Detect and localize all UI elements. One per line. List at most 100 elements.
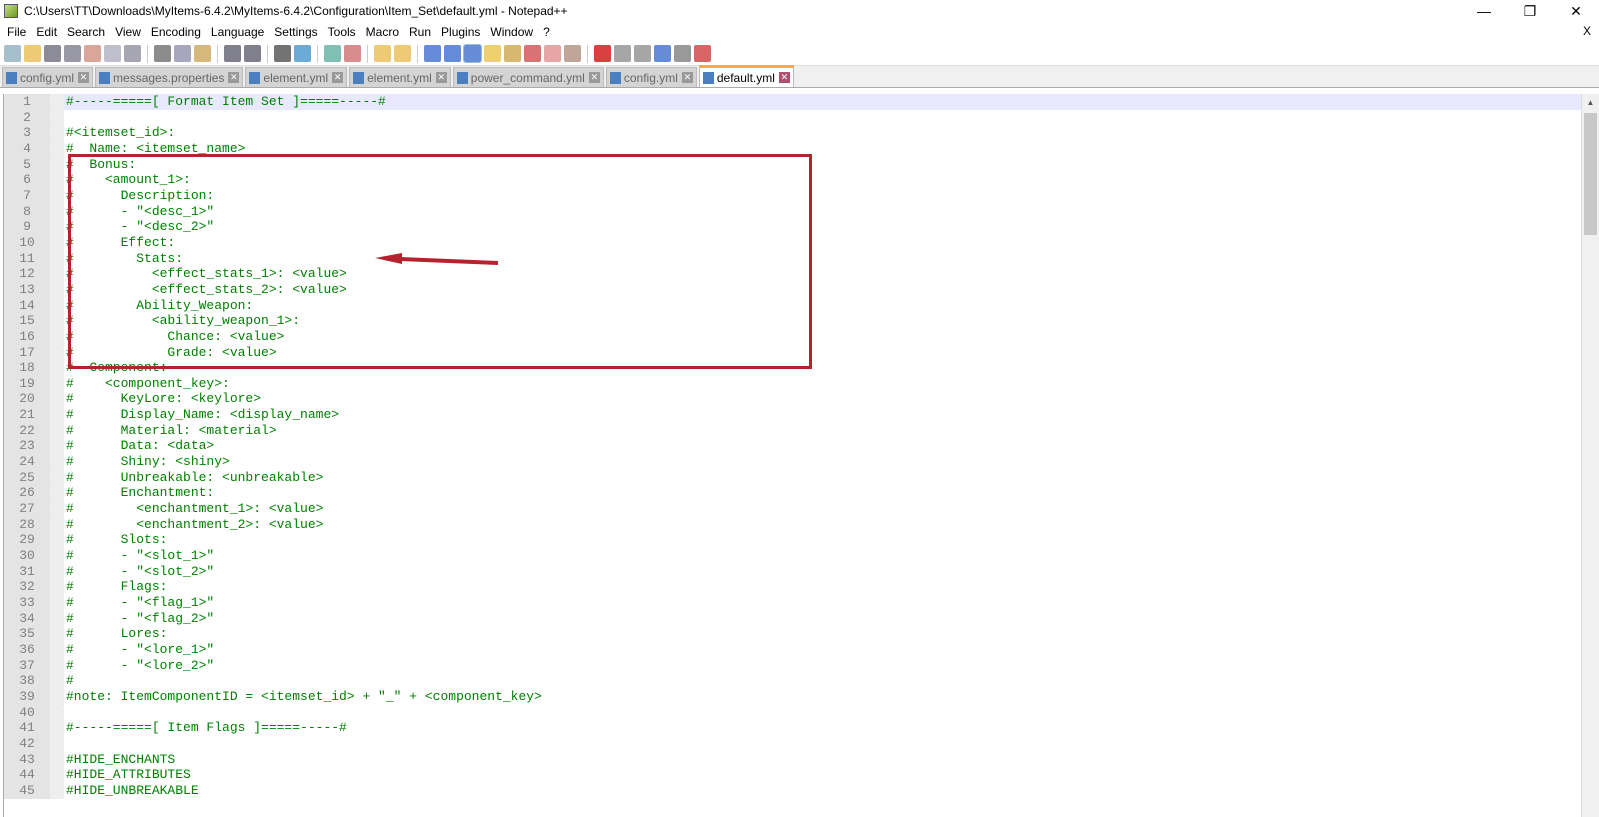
tab-default-yml[interactable]: default.yml ✕ <box>698 65 794 87</box>
code-line[interactable]: 44 #HIDE_ATTRIBUTES <box>4 767 1581 783</box>
code-line[interactable]: 11 # Stats: <box>4 250 1581 267</box>
run-macro-multiple-icon[interactable] <box>654 45 671 62</box>
menu-help[interactable]: ? <box>538 25 555 39</box>
fold-margin[interactable] <box>50 532 64 549</box>
code-line[interactable]: 45 #HIDE_UNBREAKABLE <box>4 782 1581 799</box>
menu-plugins[interactable]: Plugins <box>436 25 485 39</box>
print-icon[interactable] <box>124 45 141 62</box>
play-macro-icon[interactable] <box>634 45 651 62</box>
menu-macro[interactable]: Macro <box>361 25 404 39</box>
code-line[interactable]: 32 # Flags: <box>4 579 1581 595</box>
fold-margin[interactable] <box>50 485 64 502</box>
save-macro-icon[interactable] <box>674 45 691 62</box>
fold-margin[interactable] <box>50 328 64 345</box>
code-line[interactable]: 36 # - "<lore_1>" <box>4 641 1581 658</box>
close-button[interactable]: ✕ <box>1553 0 1599 22</box>
fold-margin[interactable] <box>50 172 64 188</box>
code-line[interactable]: 10 # Effect: <box>4 234 1581 251</box>
folder-workspace-icon[interactable] <box>544 45 561 62</box>
tab-power_command-yml[interactable]: power_command.yml ✕ <box>452 67 604 87</box>
code-line[interactable]: 20 # KeyLore: <keylore> <box>4 391 1581 408</box>
code-line[interactable]: 43 #HIDE_ENCHANTS <box>4 751 1581 768</box>
fold-margin[interactable] <box>50 391 64 408</box>
new-icon[interactable] <box>4 45 21 62</box>
code-line[interactable]: 15 # <ability_weapon_1>: <box>4 313 1581 329</box>
fold-margin[interactable] <box>50 501 64 517</box>
fold-margin[interactable] <box>50 407 64 423</box>
code-line[interactable]: 35 # Lores: <box>4 626 1581 642</box>
menu-run[interactable]: Run <box>404 25 436 39</box>
paste-icon[interactable] <box>194 45 211 62</box>
monitor-icon[interactable] <box>564 45 581 62</box>
code-line[interactable]: 42 <box>4 735 1581 752</box>
fold-margin[interactable] <box>50 281 64 298</box>
code-line[interactable]: 19 # <component_key>: <box>4 375 1581 392</box>
fold-margin[interactable] <box>50 735 64 752</box>
code-line[interactable]: 12 # <effect_stats_1>: <value> <box>4 266 1581 282</box>
sync-h-icon[interactable] <box>394 45 411 62</box>
close-tab-icon[interactable]: ✕ <box>588 72 600 83</box>
tab-config-yml[interactable]: config.yml ✕ <box>605 67 697 87</box>
code-line[interactable]: 4 # Name: <itemset_name> <box>4 140 1581 157</box>
close-tab-icon[interactable]: ✕ <box>332 72 344 83</box>
tab-element-yml[interactable]: element.yml ✕ <box>349 67 451 87</box>
tab-messages-properties[interactable]: messages.properties ✕ <box>95 67 244 87</box>
fold-margin[interactable] <box>50 641 64 658</box>
code-line[interactable]: 41 #-----=====[ Item Flags ]=====-----# <box>4 720 1581 736</box>
close-document-button[interactable]: X <box>1583 24 1591 38</box>
code-line[interactable]: 39 #note: ItemComponentID = <itemset_id> … <box>4 688 1581 705</box>
code-line[interactable]: 21 # Display_Name: <display_name> <box>4 407 1581 423</box>
fold-margin[interactable] <box>50 187 64 204</box>
code-line[interactable]: 24 # Shiny: <shiny> <box>4 454 1581 470</box>
fold-margin[interactable] <box>50 266 64 282</box>
fold-margin[interactable] <box>50 94 64 110</box>
fold-margin[interactable] <box>50 579 64 595</box>
fold-margin[interactable] <box>50 595 64 611</box>
close-tab-icon[interactable]: ✕ <box>681 72 693 83</box>
menu-settings[interactable]: Settings <box>269 25 322 39</box>
close-tab-icon[interactable]: ✕ <box>778 72 790 83</box>
close-tab-icon[interactable]: ✕ <box>435 72 447 83</box>
code-line[interactable]: 29 # Slots: <box>4 532 1581 549</box>
code-line[interactable]: 6 # <amount_1>: <box>4 172 1581 188</box>
undo-icon[interactable] <box>224 45 241 62</box>
function-list-icon[interactable] <box>524 45 541 62</box>
code-line[interactable]: 18 # Component: <box>4 360 1581 376</box>
fold-margin[interactable] <box>50 516 64 533</box>
fold-margin[interactable] <box>50 548 64 564</box>
fold-margin[interactable] <box>50 156 64 173</box>
code-line[interactable]: 31 # - "<slot_2>" <box>4 563 1581 580</box>
code-line[interactable]: 22 # Material: <material> <box>4 422 1581 439</box>
fold-margin[interactable] <box>50 313 64 329</box>
save-icon[interactable] <box>44 45 61 62</box>
fold-margin[interactable] <box>50 454 64 470</box>
code-line[interactable]: 38 # <box>4 673 1581 689</box>
code-line[interactable]: 27 # <enchantment_1>: <value> <box>4 501 1581 517</box>
scrollbar-thumb[interactable] <box>1584 113 1597 235</box>
udl-icon[interactable] <box>484 45 501 62</box>
close-tab-icon[interactable]: ✕ <box>78 72 90 83</box>
menu-search[interactable]: Search <box>62 25 110 39</box>
code-line[interactable]: 3 #<itemset_id>: <box>4 125 1581 141</box>
code-line[interactable]: 8 # - "<desc_1>" <box>4 203 1581 220</box>
save-all-icon[interactable] <box>64 45 81 62</box>
fold-margin[interactable] <box>50 234 64 251</box>
menu-language[interactable]: Language <box>206 25 269 39</box>
word-wrap-icon[interactable] <box>424 45 441 62</box>
stop-record-icon[interactable] <box>614 45 631 62</box>
fold-margin[interactable] <box>50 344 64 361</box>
fold-margin[interactable] <box>50 688 64 705</box>
code-line[interactable]: 28 # <enchantment_2>: <value> <box>4 516 1581 533</box>
fold-margin[interactable] <box>50 109 64 126</box>
fold-margin[interactable] <box>50 563 64 580</box>
fold-margin[interactable] <box>50 673 64 689</box>
copy-icon[interactable] <box>174 45 191 62</box>
menu-view[interactable]: View <box>110 25 146 39</box>
fold-margin[interactable] <box>50 360 64 376</box>
code-line[interactable]: 34 # - "<flag_2>" <box>4 610 1581 627</box>
code-line[interactable]: 33 # - "<flag_1>" <box>4 595 1581 611</box>
record-macro-icon[interactable] <box>594 45 611 62</box>
spell-check-icon[interactable] <box>694 45 711 62</box>
menu-window[interactable]: Window <box>485 25 538 39</box>
fold-margin[interactable] <box>50 751 64 768</box>
